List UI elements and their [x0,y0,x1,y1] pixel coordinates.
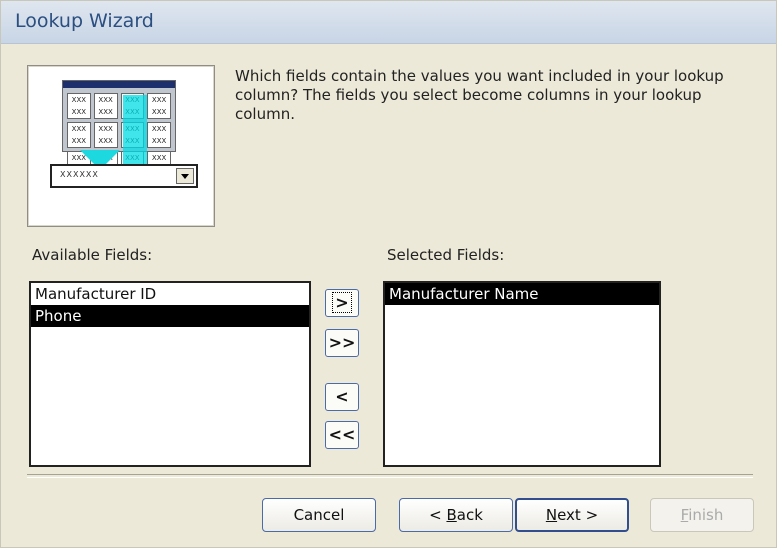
grid-cell: XXX XXX [67,122,91,148]
available-fields-list[interactable]: Manufacturer ID Phone [29,281,311,467]
title-bar: Lookup Wizard [1,1,776,44]
next-accelerator: N [545,506,558,524]
dropdown-arrow-icon [176,168,194,184]
next-rest: ext > [557,506,599,524]
remove-field-button[interactable]: < [325,383,359,411]
highlighted-column-graphic [123,95,147,165]
grid-cell: XXX XXX [67,93,91,119]
grid-cell: XXX XXX [93,93,118,119]
list-item-phone[interactable]: Phone [31,305,309,327]
window-title: Lookup Wizard [15,10,154,32]
table-grid-header [63,81,175,88]
combo-graphic-text: XXXXXX [60,170,99,179]
available-fields-label: Available Fields: [32,246,153,264]
finish-rest: inish [688,506,724,524]
table-grid-cells: XXX XXX XXX XXX XXX XXX XXX XXX XXX XXX … [67,93,171,177]
remove-all-label: << [328,425,356,444]
back-button[interactable]: < Back [399,498,513,532]
back-prefix: < [429,506,447,524]
table-grid-graphic: XXX XXX XXX XXX XXX XXX XXX XXX XXX XXX … [62,80,176,177]
selected-fields-list[interactable]: Manufacturer Name [383,281,661,467]
cancel-label: Cancel [293,506,345,524]
remove-field-label: < [335,387,349,406]
wizard-illustration: XXX XXX XXX XXX XXX XXX XXX XXX XXX XXX … [27,65,215,227]
back-accelerator: B [446,506,457,524]
finish-button[interactable]: Finish [650,498,754,532]
add-all-label: >> [328,333,356,352]
back-rest: ack [456,506,483,524]
grid-cell: XXX XXX [147,122,171,148]
grid-cell: XXX XXX [93,122,118,148]
cancel-button[interactable]: Cancel [262,498,376,532]
remove-all-fields-button[interactable]: << [325,421,359,449]
add-field-button[interactable]: > [325,289,359,317]
instructions-text: Which fields contain the values you want… [235,67,724,123]
lookup-wizard-dialog: Lookup Wizard XXX XXX XXX XXX XXX XXX XX… [0,0,777,548]
grid-cell: XXX XXX [147,93,171,119]
add-all-fields-button[interactable]: >> [325,329,359,357]
selected-fields-label: Selected Fields: [387,246,505,264]
list-item-manufacturer-name[interactable]: Manufacturer Name [385,283,659,305]
lookup-combo-graphic: XXXXXX [50,164,198,188]
next-button[interactable]: Next > [515,498,629,532]
list-item-manufacturer-id[interactable]: Manufacturer ID [31,283,309,305]
footer-divider [27,474,753,478]
add-field-label: > [332,292,352,313]
